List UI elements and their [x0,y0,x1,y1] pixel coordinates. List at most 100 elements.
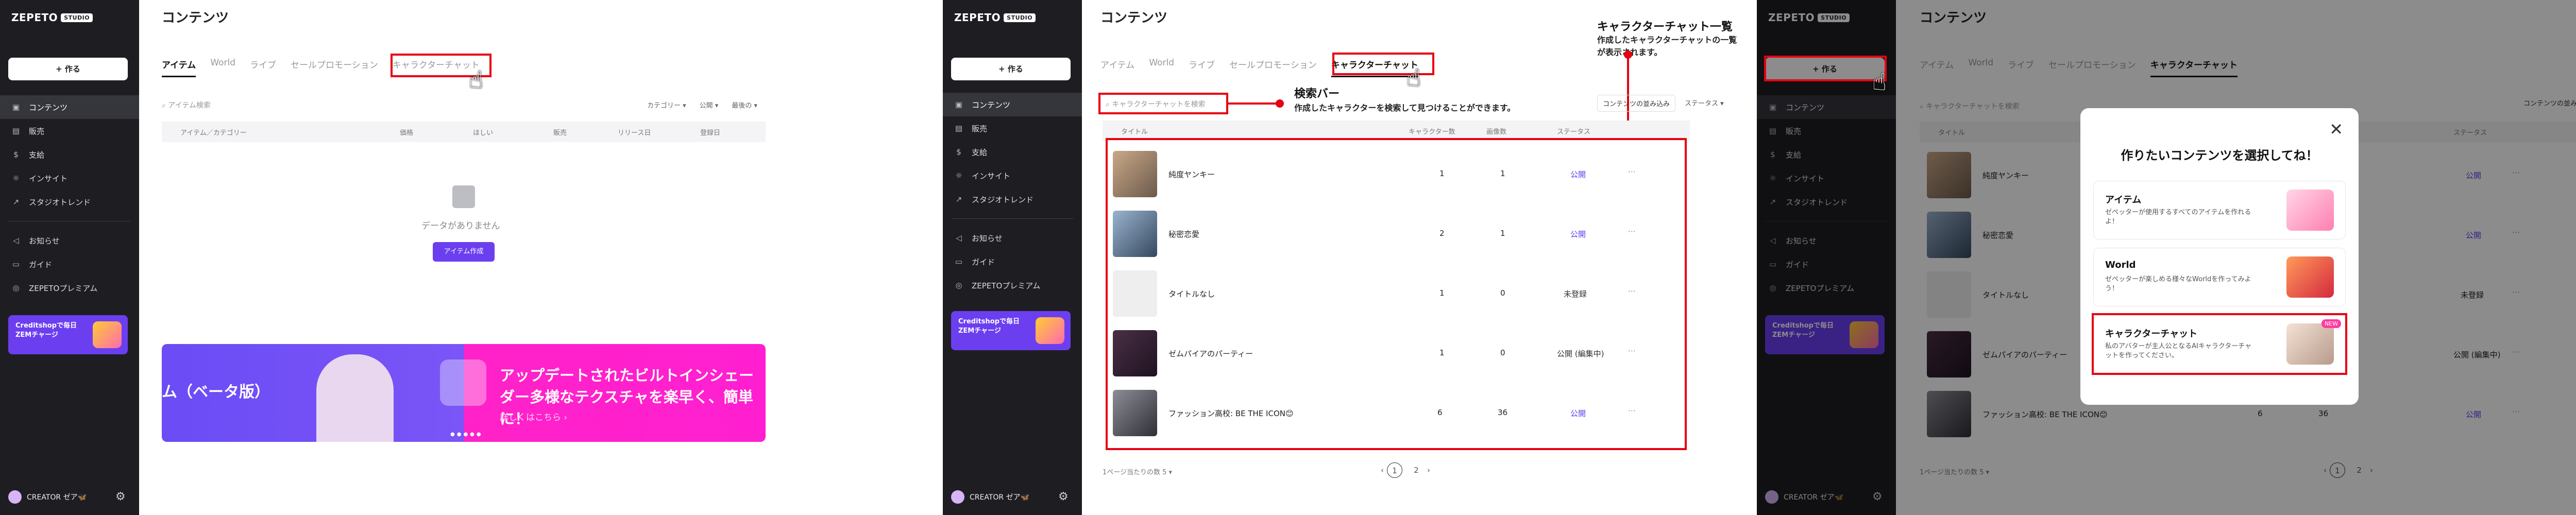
character-chat-search-input[interactable]: ⌕ キャラクターチャットを検索 [1106,99,1206,109]
announcement-icon: ◁ [13,236,19,245]
sort-filter[interactable]: 最後の ▾ [732,100,757,110]
chat-thumbnail [1113,151,1157,197]
table-row[interactable]: 秘密恋愛 2 1 公開 ⋯ [1113,204,1680,264]
option-title: アイテム [2105,195,2142,205]
sidebar-item-payout[interactable]: $ 支給 [0,143,139,166]
premium-icon: ◎ [12,283,20,293]
screen-character-chat-list: ZEPETO STUDIO + 作る ▣ コンテンツ ▤ 販売 $ 支給 ☼ インサイト … [943,0,1745,515]
sidebar-item-insight[interactable]: ☼ インサイト [0,166,139,190]
sidebar-item-content[interactable]: ▣ コンテンツ [0,95,139,119]
chart-graphic-icon [440,359,486,406]
sidebar-item-sales[interactable]: ▤ 販売 [943,116,1082,140]
sidebar-nav: ▣ コンテンツ ▤ 販売 $ 支給 ☼ インサイト ↗ スタジオトレンド ◁ お知らせ ▭ ガ… [943,93,1082,297]
create-button[interactable]: + 作る [951,58,1071,80]
zepeto-logo[interactable]: ZEPETO STUDIO [11,11,93,24]
tab-live[interactable]: ライブ [1189,58,1215,77]
table-row[interactable]: 純度ヤンキー 1 1 公開 ⋯ [1113,144,1680,204]
chat-thumbnail [1113,211,1157,257]
public-filter[interactable]: 公開 ▾ [700,100,719,110]
item-table-header: アイテム／カテゴリー 価格 ほしい 販売 リリース日 登録日 [162,122,766,142]
sort-dropdown[interactable]: コンテンツの並み込み [1597,95,1676,112]
tab-item[interactable]: アイテム [162,58,196,77]
header-character-count: キャラクター数 [1409,128,1455,136]
shader-banner[interactable]: ム（ベータ版） ●●●●● アップデートされたビルトインシェーダー多様なテクスチ… [162,344,766,442]
sidebar-item-trend[interactable]: ↗ スタジオトレンド [0,190,139,214]
sidebar-item-content[interactable]: ▣ コンテンツ [943,93,1082,116]
highlight-character-chat-option [2092,313,2347,375]
tab-item[interactable]: アイテム [1100,58,1134,77]
header-sales: 販売 [553,129,567,137]
creditshop-promo[interactable]: Creditshopで毎日ZEMチャージ [8,315,128,354]
image-count: 1 [1500,229,1505,238]
chat-thumbnail-placeholder [1113,270,1157,317]
table-row[interactable]: タイトルなし 1 0 未登録 ⋯ [1113,264,1680,323]
prev-page-icon[interactable]: ‹ [1381,466,1384,475]
insight-icon: ☼ [12,174,20,183]
sidebar-item-sales[interactable]: ▤ 販売 [0,119,139,143]
banner-link[interactable]: 詳しくはこちら › [500,410,567,423]
category-filter[interactable]: カテゴリー ▾ [647,100,686,110]
screen-item-tab: ZEPETO STUDIO + 作る ▣ コンテンツ ▤ 販売 $ 支給 ☼ インサイト … [0,0,930,515]
tab-sale-promotion[interactable]: セールプロモーション [1229,58,1317,77]
chat-thumbnail [1113,390,1157,436]
sidebar-item-announcement[interactable]: ◁ お知らせ [943,226,1082,250]
creditshop-promo[interactable]: Creditshopで毎日ZEMチャージ [951,311,1071,350]
avatar [951,490,964,504]
header-wish: ほしい [473,129,494,137]
tab-world[interactable]: World [210,58,235,77]
tab-world[interactable]: World [1149,58,1174,77]
sidebar-item-guide[interactable]: ▭ ガイド [943,250,1082,273]
page-1[interactable]: 1 [1387,462,1402,478]
more-icon[interactable]: ⋯ [1628,227,1636,236]
more-icon[interactable]: ⋯ [1628,346,1636,355]
trend-icon: ↗ [12,197,20,207]
zepeto-logo[interactable]: ZEPETO STUDIO [954,11,1036,24]
sidebar-nav: ▣ コンテンツ ▤ 販売 $ 支給 ☼ インサイト ↗ スタジオトレンド ◁ お知らせ ▭ ガ… [0,95,139,300]
header-release-date: リリース日 [618,129,651,137]
gear-icon[interactable]: ⚙ [1058,490,1069,503]
sidebar-item-announcement[interactable]: ◁ お知らせ [0,229,139,252]
create-item-button[interactable]: アイテム作成 [433,242,495,262]
character-count: 1 [1439,288,1445,298]
more-icon[interactable]: ⋯ [1628,406,1636,415]
item-search-input[interactable]: ⌕ アイテム検索 [162,100,211,110]
creator-profile[interactable]: CREATOR ゼア🦋 [951,490,1029,504]
creator-profile[interactable]: CREATOR ゼア🦋 [8,490,87,504]
tab-live[interactable]: ライブ [250,58,276,77]
table-row[interactable]: ゼムパイアのパーティー 1 0 公開 (編集中) ⋯ [1113,323,1680,383]
sidebar-item-premium[interactable]: ◎ ZEPETOプレミアム [0,276,139,300]
gear-icon[interactable]: ⚙ [115,490,126,503]
image-count: 1 [1500,169,1505,178]
chat-title: 秘密恋愛 [1168,230,1200,239]
sidebar-item-premium[interactable]: ◎ ZEPETOプレミアム [943,273,1082,297]
sidebar-item-insight[interactable]: ☼ インサイト [943,164,1082,187]
banner-pagination[interactable]: ●●●●● [450,432,483,437]
sidebar-item-trend[interactable]: ↗ スタジオトレンド [943,187,1082,211]
gift-icon [1036,317,1064,344]
sidebar-item-payout[interactable]: $ 支給 [943,140,1082,164]
more-icon[interactable]: ⋯ [1628,167,1636,176]
guide-icon: ▭ [12,260,20,269]
tab-sale-promotion[interactable]: セールプロモーション [291,58,378,77]
empty-text: データがありません [421,221,500,231]
annotation-search-title: 検索バー [1294,88,1340,100]
create-option-item[interactable]: アイテム ゼペッターが使用するすべてのアイテムを作れるよ！ [2094,181,2345,239]
page-2[interactable]: 2 [1409,462,1424,478]
image-count: 0 [1500,348,1505,357]
screen-create-modal: ZEPETO STUDIO + 作る ▣ コンテンツ ▤ 販売 $ 支給 ☼ インサイト … [1757,0,2576,515]
close-icon[interactable]: ✕ [2329,119,2343,139]
sidebar: ZEPETO STUDIO + 作る ▣ コンテンツ ▤ 販売 $ 支給 ☼ インサイト … [943,0,1082,515]
main-content: コンテンツ アイテム World ライブ セールプロモーション キャラクターチャ… [1082,0,1745,515]
pointer-hand-icon: ☝ [1872,68,1887,96]
create-button[interactable]: + 作る [8,58,128,80]
per-page-selector[interactable]: 1ページ当たりの数 5 ▾ [1103,467,1172,476]
status-filter[interactable]: ステータス ▾ [1685,98,1724,108]
create-option-world[interactable]: World ゼペッターが楽しめる様々なWorldを作ってみよう！ [2094,248,2345,306]
gift-icon [93,321,122,348]
status-badge: 未登録 [1564,289,1587,299]
table-row[interactable]: ファッション高校: BE THE ICON😊 6 36 公開 ⋯ [1113,383,1680,443]
next-page-icon[interactable]: › [1427,466,1430,475]
more-icon[interactable]: ⋯ [1628,286,1636,296]
item-filters: カテゴリー ▾ 公開 ▾ 最後の ▾ [634,100,757,110]
sidebar-item-guide[interactable]: ▭ ガイド [0,252,139,276]
